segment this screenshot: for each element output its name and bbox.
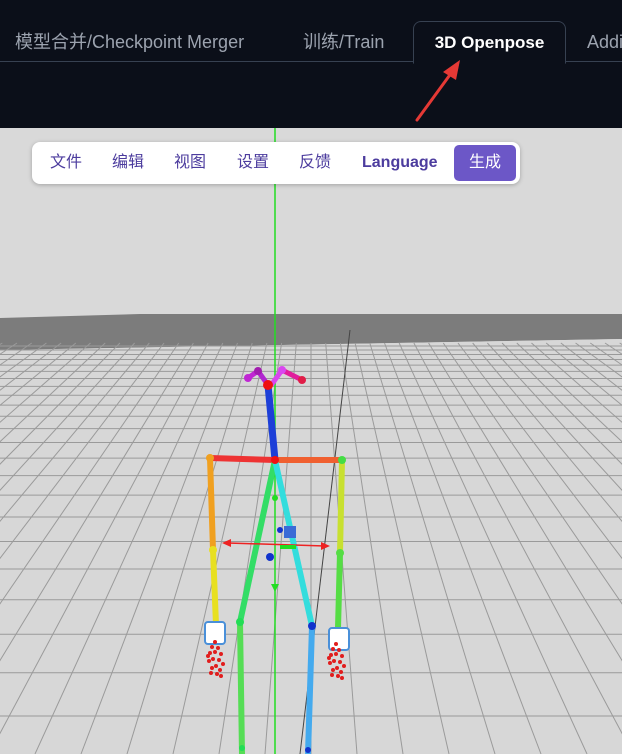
tab-3d-openpose[interactable]: 3D Openpose (413, 21, 566, 64)
menu-language[interactable]: Language (362, 142, 438, 184)
3d-scene[interactable] (0, 128, 622, 754)
menu-file[interactable]: 文件 (50, 142, 82, 184)
editor-menu-bar: 文件 编辑 视图 设置 反馈 Language 生成 (32, 142, 520, 184)
tab-bar: 模型合并/Checkpoint Merger 训练/Train 3D Openp… (0, 0, 622, 64)
generate-button[interactable]: 生成 (454, 145, 516, 181)
3d-viewport[interactable] (0, 128, 622, 754)
tab-checkpoint-merger[interactable]: 模型合并/Checkpoint Merger (15, 20, 244, 62)
menu-feedback[interactable]: 反馈 (299, 142, 331, 184)
sub-panel (0, 62, 622, 128)
menu-view[interactable]: 视图 (174, 142, 206, 184)
tab-additional[interactable]: Addi (587, 20, 622, 62)
tab-train[interactable]: 训练/Train (303, 20, 384, 62)
menu-edit[interactable]: 编辑 (112, 142, 144, 184)
menu-settings[interactable]: 设置 (237, 142, 269, 184)
